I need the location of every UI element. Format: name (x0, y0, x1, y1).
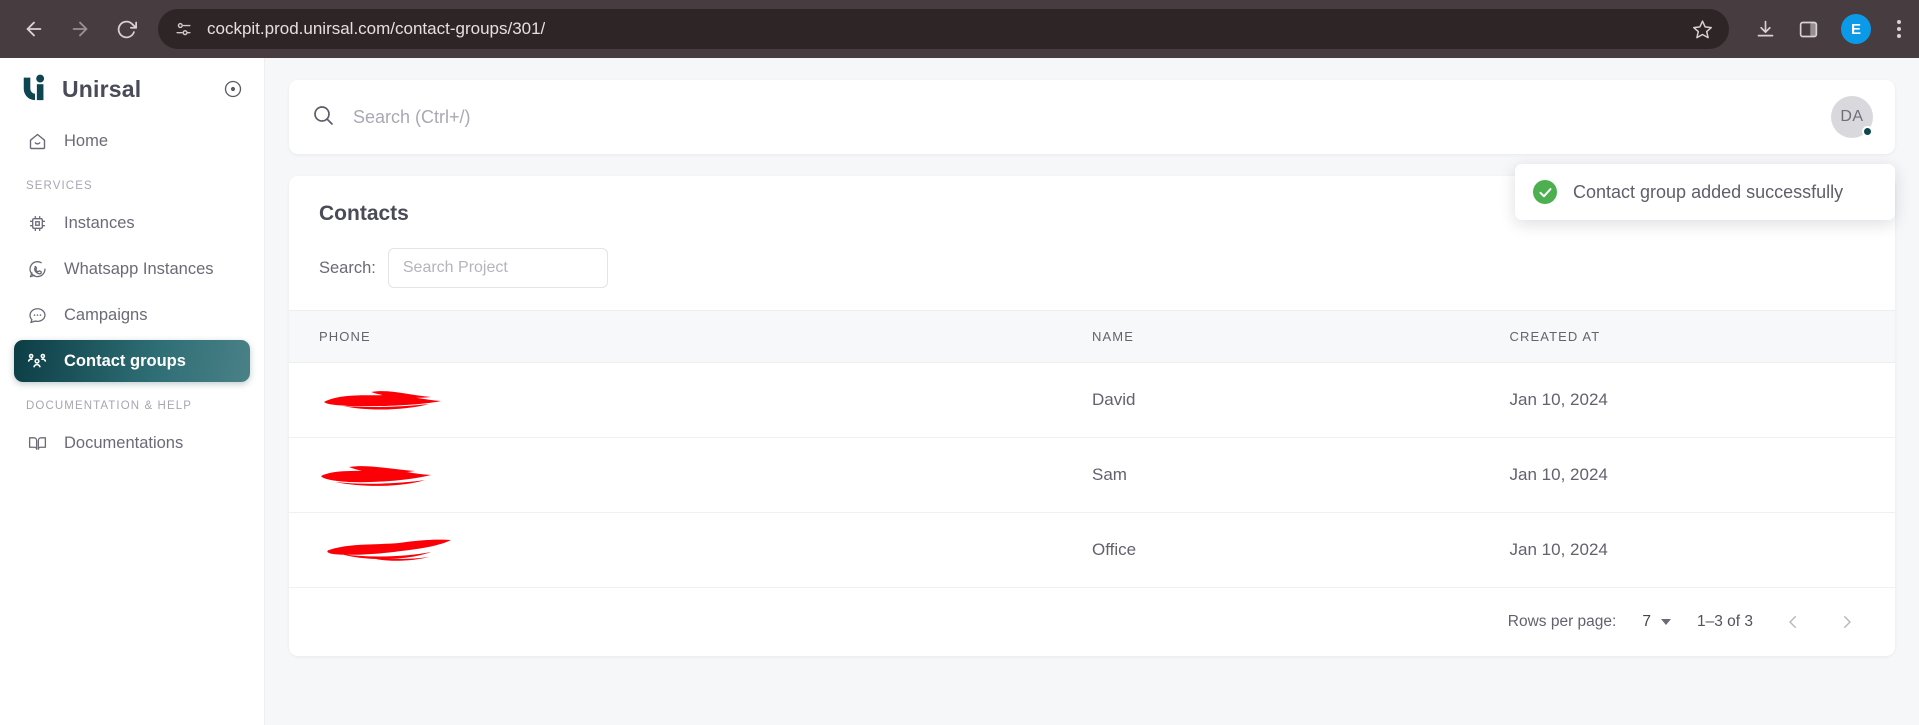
cell-created-at: Jan 10, 2024 (1509, 512, 1895, 588)
address-bar-url: cockpit.prod.unirsal.com/contact-groups/… (207, 19, 546, 38)
chat-bubble-icon (26, 304, 48, 326)
cell-phone (289, 362, 1092, 438)
rows-per-page-label: Rows per page: (1507, 613, 1617, 630)
table-header-row: PHONE NAME CREATED AT (289, 310, 1895, 363)
table-head: PHONE NAME CREATED AT (289, 310, 1895, 363)
back-button[interactable] (14, 9, 54, 49)
browser-toolbar: cockpit.prod.unirsal.com/contact-groups/… (0, 0, 1919, 58)
global-search[interactable] (311, 103, 1819, 132)
cell-phone (289, 512, 1092, 588)
rows-per-page-value: 7 (1642, 613, 1651, 630)
redaction-mark (319, 462, 469, 488)
contacts-table: PHONE NAME CREATED AT David Jan 10, 2024… (289, 310, 1895, 588)
sidebar-item-label: Whatsapp Instances (64, 259, 214, 278)
column-header-phone[interactable]: PHONE (289, 310, 1092, 363)
side-panel-icon[interactable] (1798, 19, 1819, 40)
column-header-name[interactable]: NAME (1092, 310, 1510, 363)
table-filter-row: Search: (289, 226, 1895, 310)
sidebar-item-label: Contact groups (64, 351, 186, 370)
filter-label: Search: (319, 258, 376, 277)
book-icon (26, 432, 48, 454)
table-row[interactable]: David Jan 10, 2024 (289, 362, 1895, 438)
three-dot-menu-icon[interactable] (1893, 16, 1905, 42)
cell-name: Office (1092, 512, 1510, 588)
previous-page-button[interactable] (1779, 608, 1807, 636)
sidebar-item-label: Campaigns (64, 305, 148, 324)
app-shell: Unirsal Home SERVICES Instances Whatsapp… (0, 58, 1919, 725)
home-icon (26, 130, 48, 152)
browser-profile-avatar[interactable]: E (1841, 14, 1871, 44)
sidebar-item-whatsapp-instances[interactable]: Whatsapp Instances (14, 248, 250, 290)
address-bar[interactable]: cockpit.prod.unirsal.com/contact-groups/… (158, 9, 1729, 49)
unirsal-logo-icon (20, 72, 50, 107)
cell-name: David (1092, 362, 1510, 438)
sidebar-item-campaigns[interactable]: Campaigns (14, 294, 250, 336)
user-avatar-wrapper[interactable]: DA (1831, 96, 1873, 138)
contacts-card: Contacts Search: PHONE NAME CREATED AT (289, 176, 1895, 656)
sidebar-item-label: Home (64, 131, 109, 150)
toast-notification[interactable]: Contact group added successfully (1515, 164, 1895, 220)
redaction-mark (319, 537, 469, 563)
search-project-input[interactable] (387, 248, 608, 288)
toast-message: Contact group added successfully (1573, 181, 1844, 202)
top-search-bar: DA (289, 80, 1895, 154)
table-pagination: Rows per page: 7 1–3 of 3 (289, 588, 1895, 656)
table-row[interactable]: Office Jan 10, 2024 (289, 512, 1895, 588)
cell-name: Sam (1092, 437, 1510, 513)
site-settings-icon[interactable] (174, 20, 193, 39)
forward-button[interactable] (60, 9, 100, 49)
sidebar-item-label: Documentations (64, 433, 184, 452)
next-page-button[interactable] (1833, 608, 1861, 636)
rows-per-page-select[interactable]: 7 (1642, 613, 1671, 631)
collapse-sidebar-icon[interactable] (222, 78, 244, 100)
table-body: David Jan 10, 2024 Sam Jan 10, 2024 Offi… (289, 362, 1895, 588)
browser-actions: E (1745, 14, 1905, 44)
table-row[interactable]: Sam Jan 10, 2024 (289, 437, 1895, 513)
sidebar-item-instances[interactable]: Instances (14, 202, 250, 244)
main-content: DA Contact group added successfully Cont… (265, 58, 1919, 725)
cell-created-at: Jan 10, 2024 (1509, 437, 1895, 513)
sidebar-section-documentation: DOCUMENTATION & HELP (26, 400, 192, 412)
brand-name: Unirsal (62, 75, 142, 102)
download-icon[interactable] (1755, 19, 1776, 40)
back-arrow-icon (23, 18, 45, 40)
people-group-icon (26, 350, 48, 372)
avatar-status-dot (1862, 126, 1873, 137)
chevron-down-icon (1660, 619, 1671, 625)
reload-button[interactable] (106, 9, 146, 49)
sidebar-item-contact-groups[interactable]: Contact groups (14, 340, 250, 382)
redaction-mark (319, 387, 469, 413)
cell-created-at: Jan 10, 2024 (1509, 362, 1895, 438)
star-icon[interactable] (1692, 19, 1713, 40)
chip-icon (26, 212, 48, 234)
column-header-created-at[interactable]: CREATED AT (1509, 310, 1895, 363)
whatsapp-icon (26, 258, 48, 280)
search-icon (311, 103, 335, 132)
page-range-label: 1–3 of 3 (1696, 613, 1753, 630)
reload-icon (116, 19, 137, 40)
sidebar-item-home[interactable]: Home (14, 120, 250, 162)
search-input[interactable] (353, 106, 1819, 128)
forward-arrow-icon (69, 18, 91, 40)
check-circle-icon (1533, 180, 1557, 204)
sidebar-item-documentations[interactable]: Documentations (14, 422, 250, 464)
sidebar-item-label: Instances (64, 213, 135, 232)
cell-phone (289, 437, 1092, 513)
brand-row: Unirsal (14, 58, 250, 120)
sidebar: Unirsal Home SERVICES Instances Whatsapp… (0, 58, 265, 725)
sidebar-section-services: SERVICES (26, 180, 93, 192)
